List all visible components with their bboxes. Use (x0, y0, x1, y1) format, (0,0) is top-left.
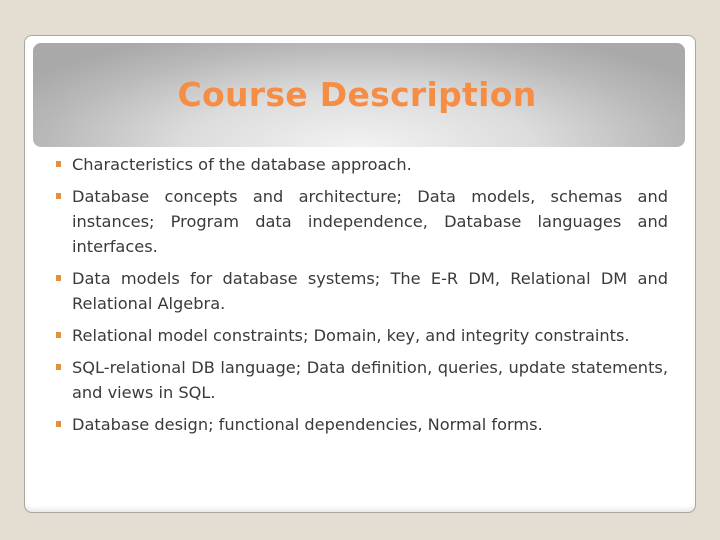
square-bullet-icon (56, 275, 61, 281)
list-item-text: Database design; functional dependencies… (72, 415, 543, 434)
list-item: Database design; functional dependencies… (56, 412, 668, 437)
title-bar: Course Description (33, 43, 685, 147)
list-item-text: Data models for database systems; The E-… (72, 269, 668, 313)
list-item: Database concepts and architecture; Data… (56, 184, 668, 259)
square-bullet-icon (56, 421, 61, 427)
square-bullet-icon (56, 364, 61, 370)
list-item-text: Database concepts and architecture; Data… (72, 187, 668, 256)
list-item: Characteristics of the database approach… (56, 152, 668, 177)
list-item-text: Relational model constraints; Domain, ke… (72, 326, 630, 345)
bullet-list: Characteristics of the database approach… (56, 152, 668, 437)
list-item: Data models for database systems; The E-… (56, 266, 668, 316)
square-bullet-icon (56, 193, 61, 199)
square-bullet-icon (56, 161, 61, 167)
square-bullet-icon (56, 332, 61, 338)
list-item: Relational model constraints; Domain, ke… (56, 323, 668, 348)
list-item-text: SQL-relational DB language; Data definit… (72, 358, 668, 402)
slide-content: Characteristics of the database approach… (56, 152, 668, 444)
list-item: SQL-relational DB language; Data definit… (56, 355, 668, 405)
slide-title: Course Description (177, 74, 537, 114)
list-item-text: Characteristics of the database approach… (72, 155, 412, 174)
